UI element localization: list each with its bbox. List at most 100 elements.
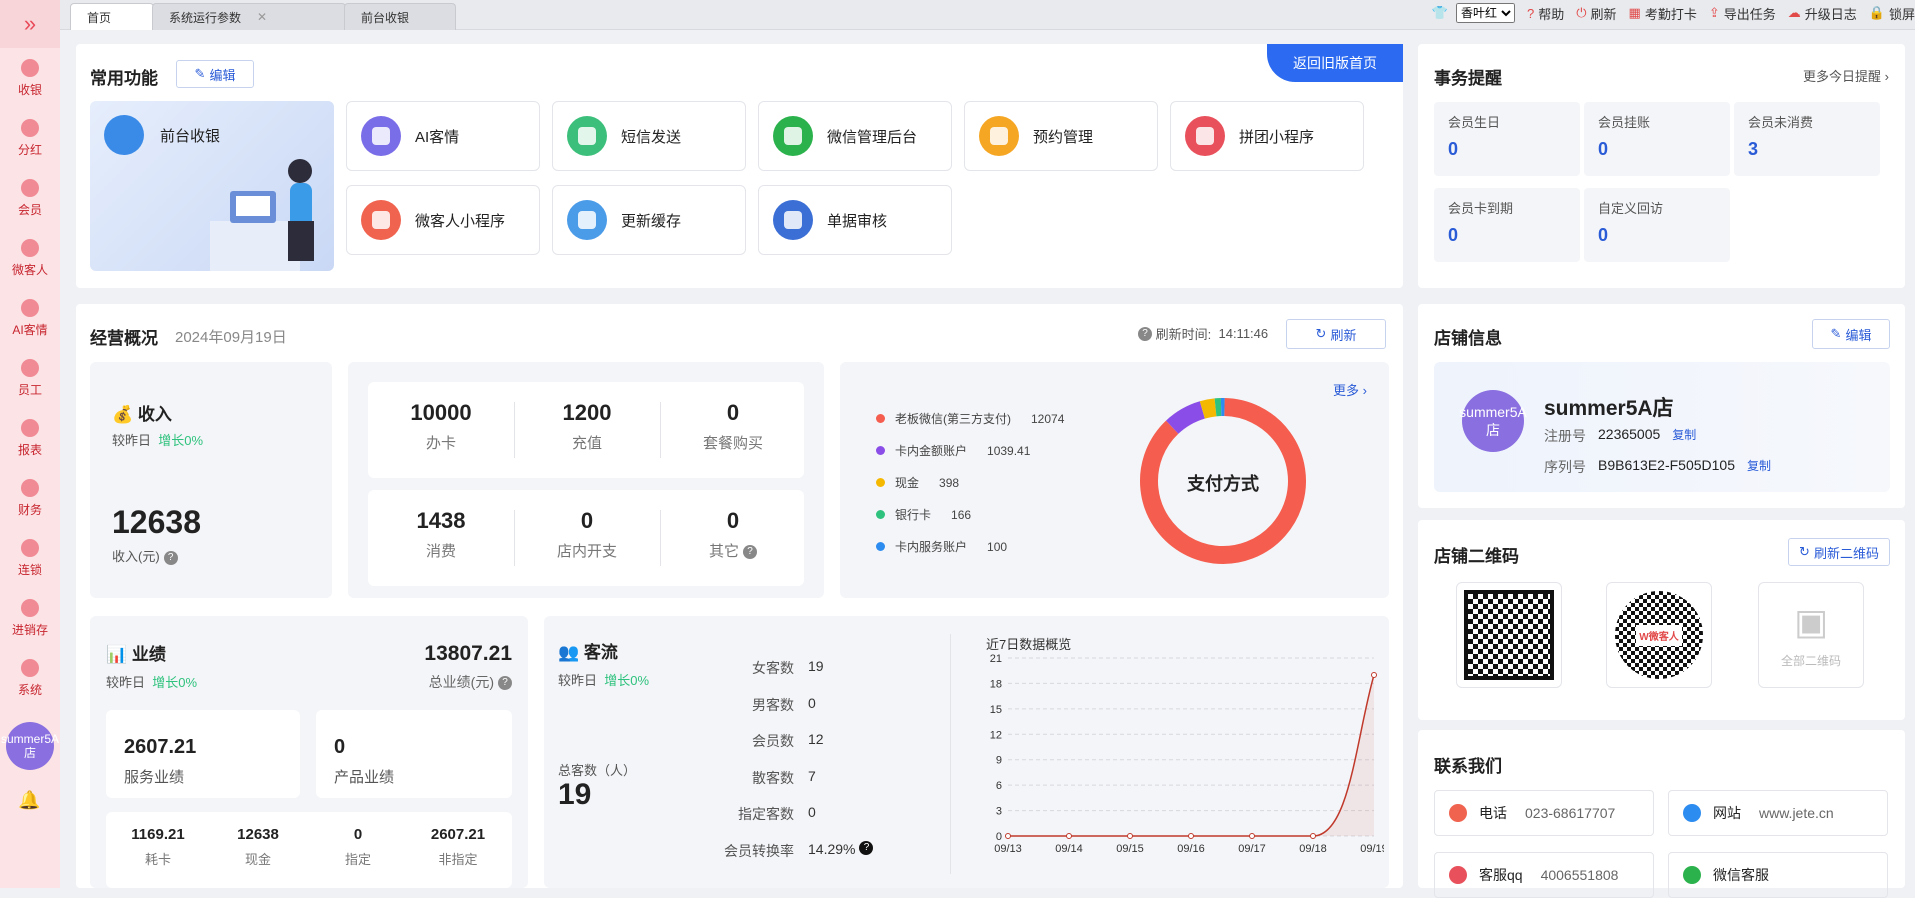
- refresh-time: ? 刷新时间: 14:11:46: [1134, 324, 1268, 343]
- reminder-member-no-consume[interactable]: 会员未消费3: [1734, 102, 1880, 176]
- reminder-card-expire[interactable]: 会员卡到期0: [1434, 188, 1580, 262]
- tab-front-cashier[interactable]: 前台收银: [344, 3, 456, 30]
- export-button[interactable]: ⇪导出任务: [1709, 4, 1776, 23]
- tab-label: 前台收银: [361, 9, 409, 26]
- reminder-label: 会员未消费: [1748, 112, 1866, 131]
- divider: [950, 634, 951, 874]
- traffic-key: 会员数: [684, 731, 794, 751]
- refresh-button[interactable]: ↻刷新: [1286, 319, 1386, 349]
- sidebar-item-report[interactable]: 报表: [0, 408, 60, 468]
- func-ai-ke[interactable]: AI客情: [346, 101, 540, 171]
- close-icon[interactable]: ✕: [257, 10, 267, 24]
- performance-compare: 较昨日 增长0%: [106, 672, 197, 691]
- func-appointment[interactable]: 预约管理: [964, 101, 1158, 171]
- y-tick-label: 21: [990, 653, 1002, 665]
- func-wechat-admin[interactable]: 微信管理后台: [758, 101, 952, 171]
- traffic-value: 14.29%: [808, 841, 855, 861]
- attendance-button[interactable]: ▦考勤打卡: [1629, 4, 1697, 23]
- func-label: 短信发送: [621, 126, 681, 147]
- upgrade-log-button[interactable]: ☁升级日志: [1788, 4, 1857, 23]
- sidebar-item-staff[interactable]: 员工: [0, 348, 60, 408]
- income-compare: 较昨日 增长0%: [112, 430, 203, 449]
- func-sms-send[interactable]: 短信发送: [552, 101, 746, 171]
- refresh-button[interactable]: ⏻刷新: [1576, 4, 1616, 23]
- perf-sub-label: 非指定: [408, 849, 508, 868]
- avatar[interactable]: summer5A店: [6, 722, 54, 770]
- lock-button[interactable]: 🔒锁屏: [1869, 4, 1915, 23]
- reg-row: 注册号22365005复制: [1544, 426, 1696, 446]
- contact-wechat[interactable]: 微信客服: [1668, 852, 1888, 898]
- question-icon: ?: [859, 841, 873, 855]
- stat-item: 0其它?: [660, 508, 806, 561]
- section-title: 经营概况: [90, 324, 158, 349]
- stat-label-row: 套餐购买: [660, 432, 806, 453]
- func-group-buy[interactable]: 拼团小程序: [1170, 101, 1364, 171]
- growth-value: 增长0%: [152, 675, 197, 690]
- contact-qq[interactable]: 客服qq4006551808: [1434, 852, 1654, 898]
- stat-value: 1200: [514, 400, 660, 426]
- moneybag-icon: [21, 59, 39, 77]
- reminder-member-birthday[interactable]: 会员生日0: [1434, 102, 1580, 176]
- help-label: 帮助: [1538, 4, 1564, 23]
- sidebar-item-system[interactable]: 系统: [0, 648, 60, 708]
- contact-phone[interactable]: 电话023-68617707: [1434, 790, 1654, 836]
- document-icon: [773, 200, 813, 240]
- expand-menu-icon[interactable]: »: [0, 0, 60, 48]
- func-wk-miniprogram[interactable]: 微客人小程序: [346, 185, 540, 255]
- traffic-row: 散客数7: [684, 768, 816, 788]
- reminder-member-credit[interactable]: 会员挂账0: [1584, 102, 1730, 176]
- more-reminders-link[interactable]: 更多今日提醒 ›: [1803, 66, 1889, 85]
- sidebar-item-wk-customer[interactable]: 微客人: [0, 228, 60, 288]
- gear-icon: [21, 659, 39, 677]
- pie-icon: [21, 479, 39, 497]
- contact-value: 023-68617707: [1525, 805, 1615, 821]
- edit-button[interactable]: ✎编辑: [176, 60, 254, 88]
- sidebar-item-dividend[interactable]: 分红: [0, 108, 60, 168]
- tab-system-params[interactable]: 系统运行参数✕: [152, 3, 346, 30]
- y-tick-label: 0: [996, 831, 1002, 843]
- section-title: 事务提醒: [1434, 64, 1502, 89]
- x-tick-label: 09/16: [1177, 843, 1205, 855]
- stat-value: 0: [660, 508, 806, 534]
- legend-dot: [876, 446, 885, 455]
- stat-label-row: 办卡: [368, 432, 514, 453]
- data-point: [1128, 834, 1133, 839]
- sidebar-item-label: 财务: [18, 501, 42, 518]
- group-icon: [1185, 116, 1225, 156]
- copy-button[interactable]: 复制: [1672, 426, 1696, 446]
- sidebar-item-ai-ke[interactable]: AI客情: [0, 288, 60, 348]
- edit-store-button[interactable]: ✎编辑: [1812, 319, 1890, 349]
- func-bill-review[interactable]: 单据审核: [758, 185, 952, 255]
- bell-icon[interactable]: 🔔: [18, 790, 40, 812]
- help-button[interactable]: ?帮助: [1527, 4, 1564, 23]
- reminder-label: 自定义回访: [1598, 198, 1716, 217]
- contact-website[interactable]: 网站www.jete.cn: [1668, 790, 1888, 836]
- func-front-cashier[interactable]: 前台收银: [90, 101, 334, 271]
- sidebar-item-chain[interactable]: 连锁: [0, 528, 60, 588]
- moneybag-icon: 💰: [112, 405, 133, 424]
- donut-slice: [1202, 407, 1215, 410]
- copy-button[interactable]: 复制: [1747, 457, 1771, 477]
- theme-dropdown[interactable]: 香叶红: [1456, 3, 1515, 23]
- func-update-cache[interactable]: 更新缓存: [552, 185, 746, 255]
- all-qrcodes-button[interactable]: ▣全部二维码: [1758, 582, 1864, 688]
- section-title: 店铺信息: [1434, 324, 1502, 349]
- refresh-qrcode-button[interactable]: ↻刷新二维码: [1788, 538, 1890, 566]
- legend-value: 12074: [1031, 412, 1064, 426]
- sidebar-item-cashier[interactable]: 收银: [0, 48, 60, 108]
- perf-sub-item: 1169.21耗卡: [108, 826, 208, 868]
- theme-select[interactable]: 👕 香叶红: [1432, 3, 1515, 23]
- more-link[interactable]: 更多 ›: [1333, 380, 1367, 399]
- tab-home[interactable]: 首页: [70, 3, 154, 30]
- perf-sub-value: 1169.21: [108, 826, 208, 843]
- legend-item: 银行卡166: [876, 506, 971, 523]
- back-old-home-button[interactable]: 返回旧版首页: [1267, 44, 1403, 82]
- wk-qrcode[interactable]: W微客人: [1606, 582, 1712, 688]
- sidebar-item-finance[interactable]: 财务: [0, 468, 60, 528]
- store-qrcode[interactable]: [1456, 582, 1562, 688]
- sidebar-item-inventory[interactable]: 进销存: [0, 588, 60, 648]
- legend-item: 现金398: [876, 474, 959, 491]
- shirt-icon: 👕: [1432, 5, 1448, 21]
- reminder-custom-visit[interactable]: 自定义回访0: [1584, 188, 1730, 262]
- sidebar-item-member[interactable]: 会员: [0, 168, 60, 228]
